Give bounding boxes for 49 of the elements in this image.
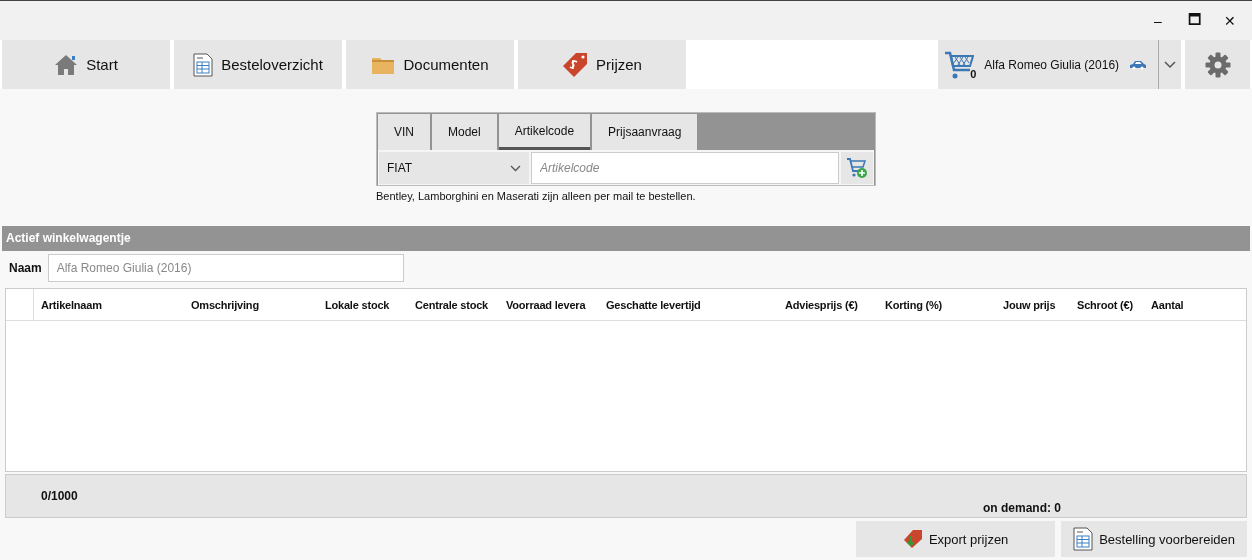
column-header[interactable]: Artikelnaam	[34, 298, 184, 311]
nav-tab[interactable]: Start	[2, 40, 170, 89]
chevron-down-icon	[510, 164, 521, 172]
maximize-button[interactable]: 🗖	[1178, 5, 1210, 36]
section-header: Actief winkelwagentje	[2, 226, 1250, 251]
price-tag-icon	[562, 51, 589, 78]
nav-tab[interactable]: Besteloverzicht	[174, 40, 342, 89]
nav-tab[interactable]: Prijzen	[518, 40, 686, 89]
nav-tab[interactable]: Documenten	[346, 40, 514, 89]
document-icon	[193, 52, 214, 77]
info-text: Bentley, Lamborghini en Maserati zijn alleen per mail te bestellen.	[376, 190, 697, 202]
column-header[interactable]: Aantal	[1144, 298, 1224, 311]
row-count: 0/1000	[41, 489, 78, 505]
article-code-field[interactable]: Artikelcode	[531, 151, 839, 184]
cart-count: 0	[970, 68, 977, 80]
home-icon	[54, 53, 79, 76]
add-to-cart-icon	[846, 156, 868, 179]
name-field[interactable]: Alfa Romeo Giulia (2016)	[47, 254, 404, 282]
price-tag-icon	[902, 529, 923, 549]
cart-name: Alfa Romeo Giulia (2016)	[984, 57, 1120, 72]
add-to-cart-button[interactable]	[841, 151, 873, 184]
column-header[interactable]: Omschrijving	[184, 298, 318, 311]
column-header[interactable]: Lokale stock	[318, 298, 408, 311]
cart-icon	[944, 49, 975, 80]
search-tab[interactable]: VIN	[378, 114, 430, 150]
column-header[interactable]: Geschatte levertijd	[599, 298, 778, 311]
search-tab[interactable]: Model	[432, 114, 497, 150]
column-header[interactable]: Jouw prijs	[996, 298, 1070, 311]
search-tab[interactable]: Prijsaanvraag	[592, 114, 698, 150]
name-label: Naam	[9, 261, 42, 275]
on-demand-count: on demand: 0	[983, 501, 1061, 515]
cart-selector[interactable]: 0 Alfa Romeo Giulia (2016)	[938, 40, 1158, 89]
column-header[interactable]: Korting (%)	[878, 298, 996, 311]
column-header[interactable]: Adviesprijs (€)	[778, 298, 878, 311]
settings-icon	[1204, 51, 1231, 78]
car-icon	[1129, 59, 1148, 70]
prepare-order-button[interactable]: Bestelling voorbereiden	[1061, 521, 1247, 557]
minimize-button[interactable]: –	[1142, 5, 1174, 36]
settings-button[interactable]	[1185, 40, 1250, 89]
chevron-down-icon	[1164, 60, 1177, 69]
column-header[interactable]: Centrale stock	[408, 298, 499, 311]
export-button[interactable]: Export prijzen	[856, 521, 1056, 557]
brand-dropdown[interactable]: FIAT	[379, 151, 529, 184]
dropdown-button[interactable]	[1157, 40, 1182, 89]
column-header[interactable]: Schroot (€)	[1070, 298, 1144, 311]
close-button[interactable]: ✕	[1214, 5, 1246, 36]
search-tab[interactable]: Artikelcode	[498, 114, 591, 150]
document-icon	[1073, 527, 1094, 551]
column-header[interactable]: Voorraad levera	[499, 298, 599, 311]
